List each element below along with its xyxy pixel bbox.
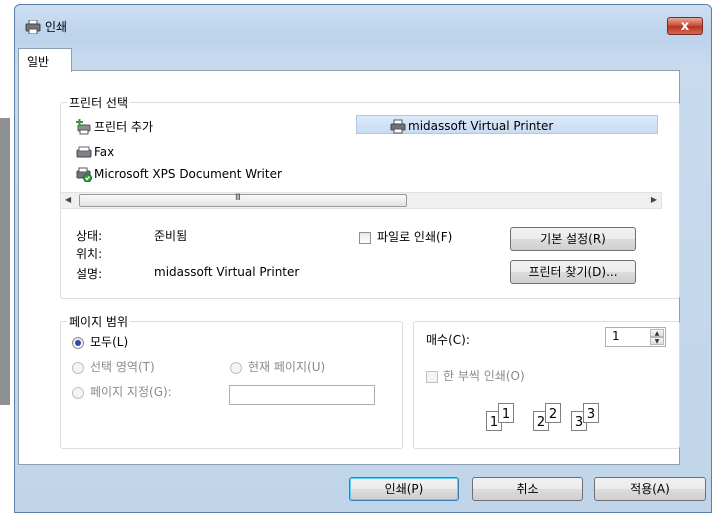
comment-label: 설명: bbox=[76, 267, 103, 281]
printer-item-label: 프린터 추가 bbox=[94, 120, 154, 134]
collate-checkbox[interactable] bbox=[426, 371, 438, 383]
printer-item-label: Microsoft XPS Document Writer bbox=[94, 167, 282, 181]
scroll-thumb[interactable]: III bbox=[79, 193, 407, 207]
copies-label: 매수(C): bbox=[426, 333, 470, 347]
scroll-right-arrow-icon[interactable]: ▶ bbox=[651, 195, 657, 204]
printer-item-fax[interactable]: Fax bbox=[76, 144, 114, 160]
selection-radio[interactable] bbox=[72, 362, 84, 374]
pages-label[interactable]: 페이지 지정(G): bbox=[90, 383, 172, 400]
collate-page: 1 bbox=[498, 403, 514, 423]
tab-general[interactable]: 일반 bbox=[18, 48, 72, 72]
print-to-file-checkbox[interactable] bbox=[359, 232, 371, 244]
window-title: 인쇄 bbox=[45, 20, 68, 34]
tab-label: 일반 bbox=[27, 55, 50, 69]
printer-icon bbox=[390, 119, 406, 134]
all-pages-radio[interactable] bbox=[72, 337, 84, 349]
comment-value: midassoft Virtual Printer bbox=[154, 265, 300, 279]
printer-item-add[interactable]: 프린터 추가 bbox=[76, 118, 153, 135]
printer-select-legend: 프린터 선택 bbox=[67, 94, 131, 111]
spin-up-icon[interactable]: ▲ bbox=[650, 329, 664, 337]
find-printer-button[interactable]: 프린터 찾기(D)... bbox=[510, 260, 636, 284]
selection-label[interactable]: 선택 영역(T) bbox=[90, 358, 155, 375]
fax-icon bbox=[76, 146, 92, 158]
printer-icon bbox=[25, 20, 41, 34]
collate-label[interactable]: 한 부씩 인쇄(O) bbox=[443, 367, 525, 384]
status-label: 상태: bbox=[76, 229, 103, 243]
title-bar[interactable]: 인쇄 x bbox=[15, 5, 711, 41]
copies-value[interactable]: 1 bbox=[612, 329, 620, 343]
close-button[interactable]: x bbox=[667, 17, 703, 35]
printer-item-label: Fax bbox=[94, 145, 115, 159]
preferences-button[interactable]: 기본 설정(R) bbox=[510, 227, 636, 251]
status-value: 준비됨 bbox=[154, 229, 188, 243]
copies-spinner[interactable]: 1 ▲ ▼ bbox=[605, 327, 666, 347]
cancel-button[interactable]: 취소 bbox=[472, 477, 583, 501]
printer-item-xps[interactable]: Microsoft XPS Document Writer bbox=[76, 166, 282, 182]
current-page-label[interactable]: 현재 페이지(U) bbox=[248, 358, 325, 375]
add-printer-icon bbox=[76, 118, 91, 134]
pages-radio[interactable] bbox=[72, 387, 84, 399]
printer-item-midassoft[interactable]: midassoft Virtual Printer bbox=[390, 118, 553, 134]
all-pages-label[interactable]: 모두(L) bbox=[90, 333, 128, 350]
print-to-file-label[interactable]: 파일로 인쇄(F) bbox=[377, 228, 452, 245]
background-window-edge bbox=[0, 118, 10, 405]
collate-page: 3 bbox=[583, 403, 599, 423]
xps-printer-icon bbox=[76, 167, 92, 182]
print-button[interactable]: 인쇄(P) bbox=[349, 477, 459, 501]
location-label: 위치: bbox=[76, 247, 103, 261]
printer-item-label: midassoft Virtual Printer bbox=[408, 119, 554, 133]
spin-down-icon[interactable]: ▼ bbox=[650, 337, 664, 345]
scroll-left-arrow-icon[interactable]: ◀ bbox=[65, 195, 71, 204]
scroll-grip: III bbox=[235, 193, 241, 203]
apply-button[interactable]: 적용(A) bbox=[594, 477, 706, 501]
printer-list-hscrollbar[interactable]: ◀ III ▶ bbox=[60, 192, 662, 209]
page-range-legend: 페이지 범위 bbox=[67, 313, 131, 330]
collate-page: 2 bbox=[545, 403, 561, 423]
current-page-radio[interactable] bbox=[230, 362, 242, 374]
pages-input[interactable] bbox=[229, 385, 375, 405]
